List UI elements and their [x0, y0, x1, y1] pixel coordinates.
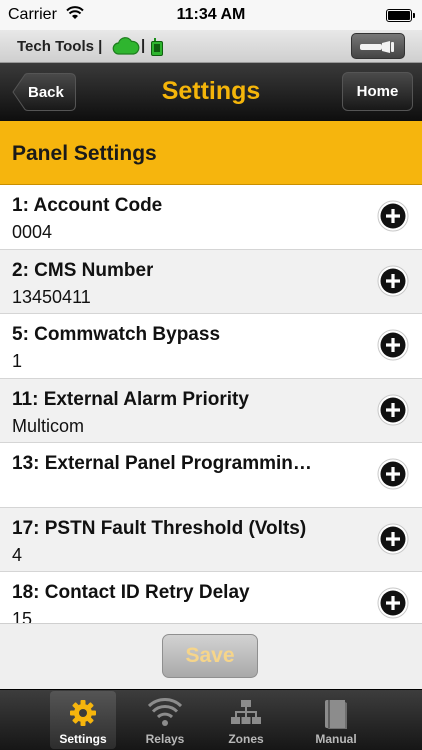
- setting-value: 4: [12, 544, 23, 565]
- add-circle-icon[interactable]: [377, 523, 409, 555]
- setting-title: 17: PSTN Fault Threshold (Volts): [12, 517, 307, 539]
- back-button-label: Back: [28, 84, 64, 101]
- list-item[interactable]: 1: Account Code 0004: [0, 185, 422, 250]
- home-button[interactable]: Home: [342, 72, 413, 111]
- tools-separator: |: [141, 37, 146, 54]
- setting-title: 18: Contact ID Retry Delay: [12, 582, 250, 603]
- list-item[interactable]: 13: External Panel Programmin…: [0, 443, 422, 508]
- add-circle-icon[interactable]: [377, 394, 409, 426]
- add-circle-icon[interactable]: [377, 587, 409, 619]
- add-circle-icon[interactable]: [377, 329, 409, 361]
- setting-value: 0004: [12, 222, 53, 242]
- tab-settings[interactable]: Settings: [50, 691, 116, 749]
- settings-list[interactable]: 1: Account Code 0004 2: CMS Number 13450…: [0, 185, 422, 623]
- setting-value: 13450411: [12, 286, 91, 307]
- tab-manual[interactable]: Manual: [303, 691, 369, 749]
- list-item[interactable]: 5: Commwatch Bypass 1: [0, 314, 422, 379]
- gear-icon: [50, 698, 116, 728]
- tech-tools-bar: Tech Tools | |: [0, 30, 422, 63]
- setting-value: 15: [12, 609, 33, 623]
- tab-label: Manual: [315, 732, 357, 746]
- tab-relays[interactable]: Relays: [132, 691, 198, 749]
- tab-label: Zones: [228, 732, 264, 746]
- setting-value: Multicom: [12, 415, 85, 436]
- list-item[interactable]: 18: Contact ID Retry Delay 15: [0, 572, 422, 623]
- status-bar: Carrier 11:34 AM: [0, 0, 422, 30]
- tab-zones[interactable]: Zones: [213, 691, 279, 749]
- add-circle-icon[interactable]: [377, 265, 409, 297]
- network-icon: [213, 698, 279, 728]
- setting-title: 13: External Panel Programmin…: [12, 453, 312, 474]
- setting-title: 5: Commwatch Bypass: [12, 324, 221, 345]
- list-item[interactable]: 2: CMS Number 13450411: [0, 249, 422, 314]
- setting-value: 1: [12, 351, 23, 371]
- save-area: Save: [0, 623, 422, 689]
- back-button[interactable]: Back: [12, 73, 76, 111]
- setting-title: 11: External Alarm Priority: [12, 388, 249, 410]
- save-button[interactable]: Save: [162, 634, 258, 678]
- add-circle-icon[interactable]: [377, 200, 409, 232]
- clock: 11:34 AM: [176, 6, 246, 23]
- communicator-device-icon: [151, 38, 163, 61]
- cloud-connected-icon: [112, 36, 140, 61]
- tab-label: Settings: [59, 732, 107, 746]
- add-circle-icon[interactable]: [377, 458, 409, 490]
- battery-icon: [386, 9, 415, 22]
- flashlight-button[interactable]: [351, 33, 405, 59]
- tab-bar: Settings Relays Zones Manual: [0, 689, 422, 750]
- wifi-icon: [132, 698, 198, 728]
- setting-title: 2: CMS Number: [12, 259, 154, 281]
- setting-title: 1: Account Code: [12, 195, 163, 216]
- list-item[interactable]: 17: PSTN Fault Threshold (Volts) 4: [0, 507, 422, 572]
- navigation-bar: Back Settings Home: [0, 63, 422, 121]
- list-item[interactable]: 11: External Alarm Priority Multicom: [0, 378, 422, 443]
- tab-label: Relays: [145, 732, 185, 746]
- book-icon: [303, 698, 369, 729]
- section-title: Panel Settings: [12, 142, 157, 165]
- section-header: Panel Settings: [0, 121, 422, 185]
- flashlight-icon: [360, 41, 394, 53]
- tech-tools-label: Tech Tools |: [17, 38, 103, 55]
